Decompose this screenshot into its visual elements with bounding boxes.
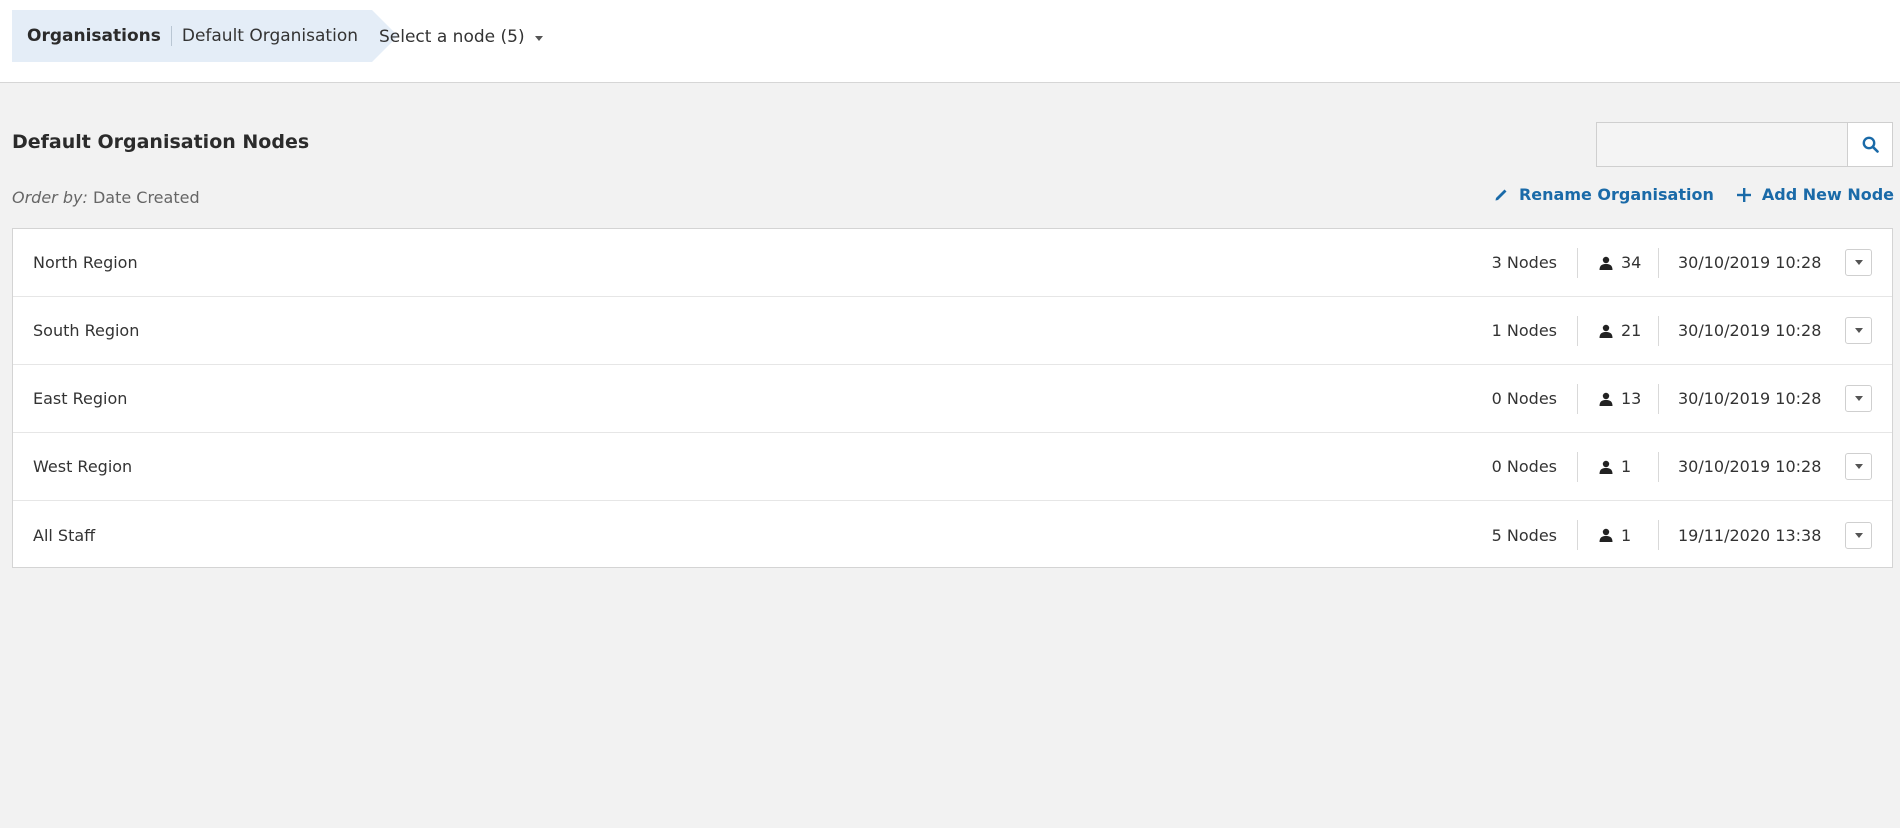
search-box <box>1596 122 1893 167</box>
user-icon <box>1599 460 1613 474</box>
rename-organisation-label: Rename Organisation <box>1518 185 1714 204</box>
breadcrumb-organisations-link[interactable]: Organisations <box>27 26 161 46</box>
node-user-count-value: 34 <box>1621 253 1642 272</box>
node-name: All Staff <box>33 525 96 545</box>
node-menu-button[interactable] <box>1845 521 1872 549</box>
node-row[interactable]: North Region 3 Nodes 34 30/10/2019 10:28 <box>13 229 1892 297</box>
chevron-down-icon <box>1854 260 1863 265</box>
add-new-node-button[interactable]: Add New Node <box>1736 185 1894 204</box>
chevron-down-icon <box>1854 396 1863 401</box>
order-by-value: Date Created <box>92 188 200 207</box>
user-icon <box>1599 256 1613 270</box>
node-user-count-value: 21 <box>1621 321 1642 340</box>
rename-organisation-button[interactable]: Rename Organisation <box>1494 185 1714 204</box>
node-row[interactable]: All Staff 5 Nodes 1 19/11/2020 13:38 <box>13 501 1892 569</box>
column-divider <box>1577 520 1578 550</box>
search-icon <box>1862 136 1879 153</box>
node-row[interactable]: East Region 0 Nodes 13 30/10/2019 10:28 <box>13 365 1892 433</box>
node-child-count: 0 Nodes <box>1491 389 1557 408</box>
node-menu-button[interactable] <box>1845 317 1872 344</box>
node-child-count: 3 Nodes <box>1491 253 1557 272</box>
node-name: North Region <box>33 253 138 272</box>
column-divider <box>1658 520 1659 550</box>
user-icon <box>1599 324 1613 338</box>
node-child-count: 5 Nodes <box>1491 525 1557 545</box>
top-bar: Organisations Default Organisation Selec… <box>0 0 1900 83</box>
breadcrumb-body: Organisations Default Organisation <box>12 10 372 62</box>
pencil-icon <box>1495 189 1507 201</box>
column-divider <box>1577 315 1578 346</box>
user-icon <box>1599 528 1613 542</box>
node-name: South Region <box>33 321 140 340</box>
node-date-created: 30/10/2019 10:28 <box>1678 457 1822 476</box>
node-user-count-value: 13 <box>1621 389 1642 408</box>
node-date-created: 30/10/2019 10:28 <box>1678 321 1822 340</box>
node-select-label: Select a node (5) <box>379 27 525 47</box>
node-row[interactable]: South Region 1 Nodes 21 30/10/2019 10:28 <box>13 297 1892 365</box>
search-button[interactable] <box>1847 123 1892 166</box>
add-new-node-label: Add New Node <box>1761 185 1894 204</box>
actions-bar: Rename Organisation Add New Node <box>1494 185 1894 204</box>
plus-icon <box>1736 187 1751 202</box>
node-date-created: 30/10/2019 10:28 <box>1678 253 1822 272</box>
column-divider <box>1577 383 1578 414</box>
column-divider <box>1658 247 1659 278</box>
page-title: Default Organisation Nodes <box>12 131 310 153</box>
node-name: East Region <box>33 389 128 408</box>
breadcrumb-current-organisation[interactable]: Default Organisation <box>182 26 358 46</box>
node-user-count: 21 <box>1599 321 1641 340</box>
node-menu-button[interactable] <box>1845 249 1872 276</box>
user-icon <box>1599 392 1613 406</box>
node-user-count-value: 1 <box>1621 457 1632 476</box>
order-by[interactable]: Order by: Date Created <box>12 188 200 207</box>
node-select-dropdown[interactable]: Select a node (5) <box>379 24 543 50</box>
chevron-down-icon <box>1854 532 1863 538</box>
column-divider <box>1658 383 1659 414</box>
node-user-count-value: 1 <box>1621 525 1632 545</box>
breadcrumb-separator <box>170 26 172 46</box>
chevron-down-icon <box>1854 464 1863 469</box>
node-name: West Region <box>33 457 133 476</box>
node-user-count: 13 <box>1599 389 1641 408</box>
node-menu-button[interactable] <box>1845 385 1872 412</box>
breadcrumb: Organisations Default Organisation <box>12 10 398 62</box>
column-divider <box>1658 315 1659 346</box>
node-menu-button[interactable] <box>1845 453 1872 480</box>
node-user-count: 1 <box>1599 457 1631 476</box>
node-child-count: 1 Nodes <box>1491 321 1557 340</box>
column-divider <box>1658 451 1659 482</box>
node-user-count: 34 <box>1599 253 1641 272</box>
chevron-down-icon <box>1854 328 1863 333</box>
chevron-down-icon <box>534 35 543 41</box>
node-user-count: 1 <box>1599 526 1631 545</box>
node-row[interactable]: West Region 0 Nodes 1 30/10/2019 10:28 <box>13 433 1892 501</box>
node-child-count: 0 Nodes <box>1491 457 1557 476</box>
node-date-created: 19/11/2020 13:38 <box>1678 525 1822 545</box>
node-date-created: 30/10/2019 10:28 <box>1678 389 1822 408</box>
column-divider <box>1577 247 1578 278</box>
order-by-prefix: Order by: <box>12 188 88 207</box>
search-input[interactable] <box>1597 123 1847 166</box>
column-divider <box>1577 451 1578 482</box>
nodes-list: North Region 3 Nodes 34 30/10/2019 10:28… <box>12 228 1893 568</box>
